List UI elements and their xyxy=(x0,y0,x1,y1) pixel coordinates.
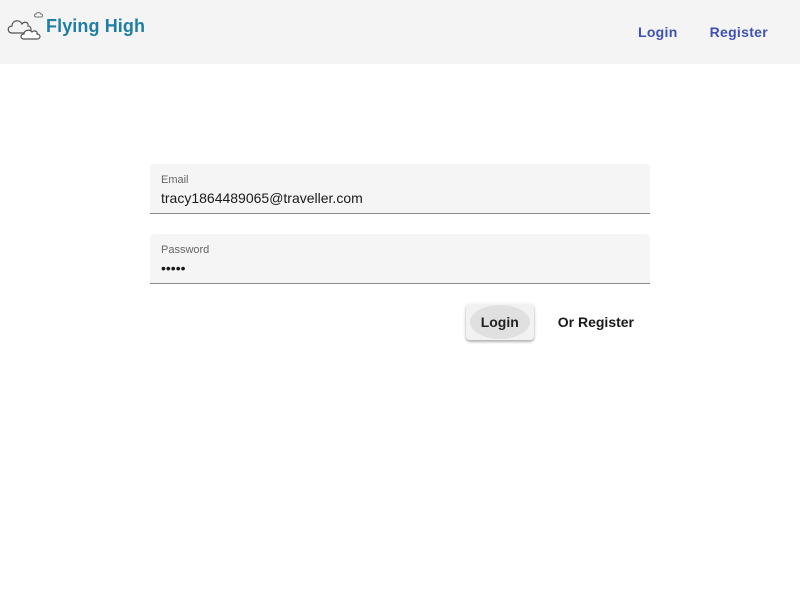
email-label: Email xyxy=(161,174,189,186)
top-nav: Login Register xyxy=(622,14,784,50)
password-field[interactable] xyxy=(161,258,631,278)
logo-text: Flying High xyxy=(46,15,146,36)
login-form: Email Password Login Or Register xyxy=(150,164,650,340)
logo[interactable]: Flying High xyxy=(6,10,145,42)
email-field-container: Email xyxy=(150,164,650,214)
top-app-bar: Flying High Login Register xyxy=(0,0,800,64)
password-field-container: Password xyxy=(150,234,650,284)
register-button[interactable]: Or Register xyxy=(542,304,650,340)
form-actions: Login Or Register xyxy=(465,304,650,340)
password-label: Password xyxy=(161,244,210,256)
login-button-label: Login xyxy=(480,314,519,330)
login-button[interactable]: Login xyxy=(465,304,534,340)
nav-register-link[interactable]: Register xyxy=(694,14,784,50)
cloud-icon xyxy=(6,11,44,41)
nav-login-link[interactable]: Login xyxy=(622,14,694,50)
email-field[interactable] xyxy=(161,188,631,208)
